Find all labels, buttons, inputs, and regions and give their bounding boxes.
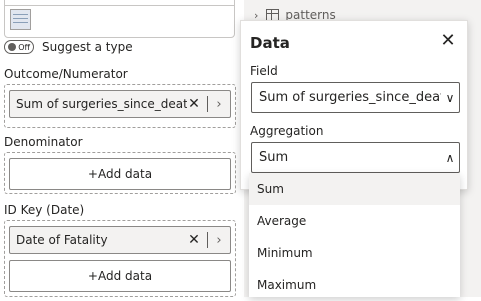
chevron-right-icon[interactable]: › <box>214 233 224 248</box>
denominator-add-data-button[interactable]: +Add data <box>9 158 231 190</box>
chevron-down-icon[interactable]: ∨ <box>441 91 459 105</box>
outcome-field-pill[interactable]: Sum of surgeries_since_death ✕ › <box>9 90 231 118</box>
aggregation-dropdown: Sum Average Minimum Maximum <box>249 173 460 297</box>
aggregation-option-average[interactable]: Average <box>249 205 460 237</box>
close-icon[interactable]: ✕ <box>187 232 201 248</box>
suggest-type-row: Off Suggest a type <box>4 39 133 55</box>
close-icon[interactable]: ✕ <box>187 96 201 112</box>
outcome-field-name: Sum of surgeries_since_death <box>16 97 187 111</box>
denominator-well[interactable]: +Add data <box>4 152 236 194</box>
id-key-field-pill[interactable]: Date of Fatality ✕ › <box>9 226 231 254</box>
chevron-up-icon[interactable]: ∧ <box>441 151 459 165</box>
aggregation-select[interactable]: Sum ∧ <box>251 142 460 173</box>
aggregation-option-maximum[interactable]: Maximum <box>249 269 460 301</box>
toggle-knob <box>8 43 16 51</box>
field-select[interactable]: Sum of surgeries_since_death ∨ <box>251 82 460 113</box>
outcome-label: Outcome/Numerator <box>4 67 128 81</box>
id-key-field-name: Date of Fatality <box>16 233 108 247</box>
pill-separator <box>207 96 208 112</box>
suggest-type-label: Suggest a type <box>42 40 133 54</box>
close-icon[interactable]: ✕ <box>438 31 458 51</box>
pill-separator <box>207 232 208 248</box>
aggregation-option-sum[interactable]: Sum <box>249 173 460 205</box>
toggle-state-text: Off <box>18 42 30 52</box>
card-divider <box>5 5 234 6</box>
visual-thumbnail-icon[interactable] <box>10 9 31 30</box>
aggregation-option-minimum[interactable]: Minimum <box>249 237 460 269</box>
field-label: Field <box>250 64 278 78</box>
id-key-add-data-button[interactable]: +Add data <box>9 260 231 292</box>
chevron-right-icon[interactable]: › <box>214 97 224 112</box>
aggregation-label: Aggregation <box>250 124 324 138</box>
id-key-label: ID Key (Date) <box>4 203 85 217</box>
field-select-value: Sum of surgeries_since_death <box>259 90 441 105</box>
outcome-well[interactable]: Sum of surgeries_since_death ✕ › <box>4 84 236 128</box>
visual-type-card[interactable] <box>4 0 235 38</box>
popup-title: Data <box>250 34 290 52</box>
data-popup: Data ✕ Field Sum of surgeries_since_deat… <box>240 20 468 190</box>
denominator-label: Denominator <box>4 135 83 149</box>
id-key-well[interactable]: Date of Fatality ✕ › +Add data <box>4 220 236 297</box>
aggregation-select-value: Sum <box>259 150 289 165</box>
suggest-type-toggle[interactable]: Off <box>4 40 34 54</box>
